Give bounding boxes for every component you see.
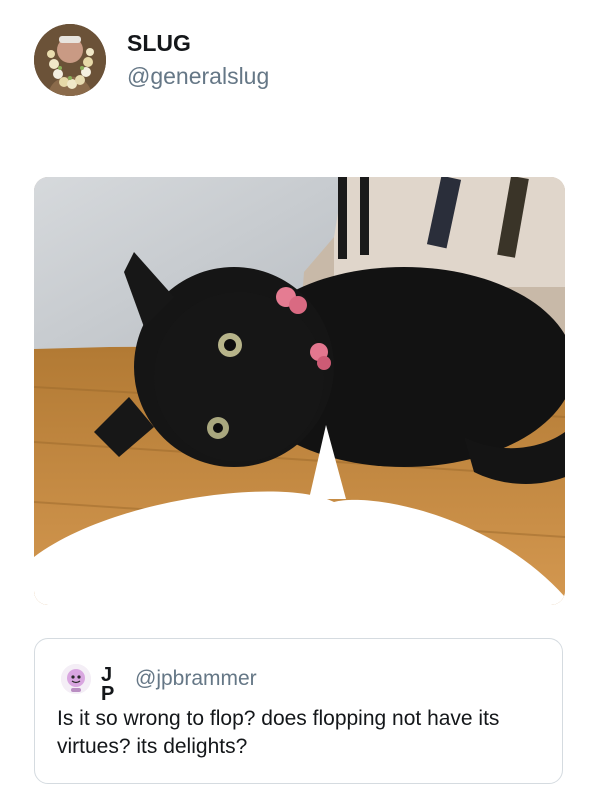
quoted-author-handle[interactable]: @jpbrammer <box>135 667 257 691</box>
tweet-photo[interactable] <box>34 177 565 605</box>
author-display-name[interactable]: SLUG <box>127 30 191 57</box>
quoted-tweet-card[interactable]: J P @jpbrammer Is it so wrong to flop? d… <box>34 638 563 784</box>
quoted-author-display-name[interactable]: J P <box>101 665 115 704</box>
quoted-author-avatar[interactable] <box>61 664 91 694</box>
quoted-tweet-text: Is it so wrong to flop? does flopping no… <box>57 707 500 758</box>
author-avatar[interactable] <box>34 24 106 96</box>
black-cat-photo-icon <box>34 177 565 605</box>
author-handle[interactable]: @generalslug <box>127 63 269 90</box>
avatar-photo-icon <box>34 24 106 96</box>
cartoon-avatar-icon <box>61 664 91 694</box>
